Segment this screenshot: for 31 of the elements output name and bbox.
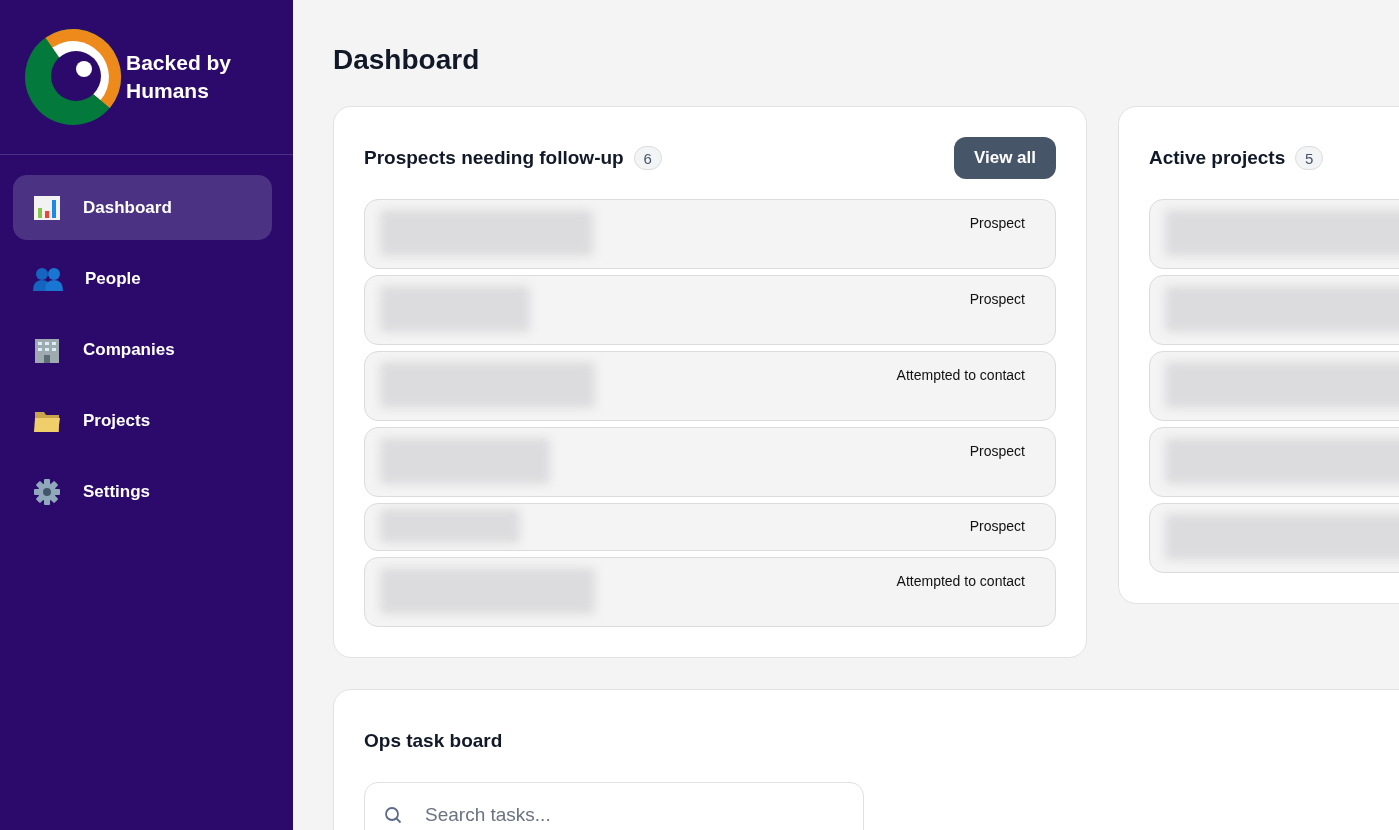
nav-item[interactable]: Projects xyxy=(13,388,272,453)
status-label: Prospect xyxy=(969,518,1025,534)
status-label: Prospect xyxy=(969,215,1025,231)
status-label: Attempted to contact xyxy=(896,367,1025,383)
count-badge: 6 xyxy=(633,146,662,170)
logo-icon xyxy=(24,28,122,126)
list-row[interactable]: Attempted to contact xyxy=(364,557,1056,627)
nav-item[interactable]: Companies xyxy=(13,317,272,382)
status-label: Prospect xyxy=(969,443,1025,459)
view-all-button[interactable]: View all xyxy=(953,137,1056,179)
status-label: Prospect xyxy=(969,291,1025,307)
status-label: Attempted to contact xyxy=(896,573,1025,589)
card-title: Ops task board xyxy=(364,730,503,752)
list-row[interactable]: Prospect xyxy=(364,503,1056,551)
bar-chart-icon xyxy=(33,193,61,222)
people-icon xyxy=(33,265,63,292)
card-title: Prospects needing follow-up xyxy=(364,147,624,169)
logo-text: Backed by Humans xyxy=(126,50,233,104)
list-row[interactable]: Prospect xyxy=(364,275,1056,345)
nav-item[interactable]: Settings xyxy=(13,459,272,524)
nav-item[interactable]: People xyxy=(13,246,272,311)
card-title: Active projects xyxy=(1149,147,1286,169)
list-row[interactable]: Prospect xyxy=(364,427,1056,497)
count-badge: 5 xyxy=(1295,146,1324,170)
settings-icon xyxy=(33,477,61,506)
list-row[interactable]: Attempted to contact xyxy=(364,351,1056,421)
search-icon xyxy=(384,806,402,824)
list-row[interactable]: Prospect xyxy=(364,199,1056,269)
search-field[interactable]: Search tasks... xyxy=(364,782,864,830)
page-title: Dashboard xyxy=(333,43,481,77)
nav-item[interactable]: Dashboard xyxy=(13,175,272,240)
